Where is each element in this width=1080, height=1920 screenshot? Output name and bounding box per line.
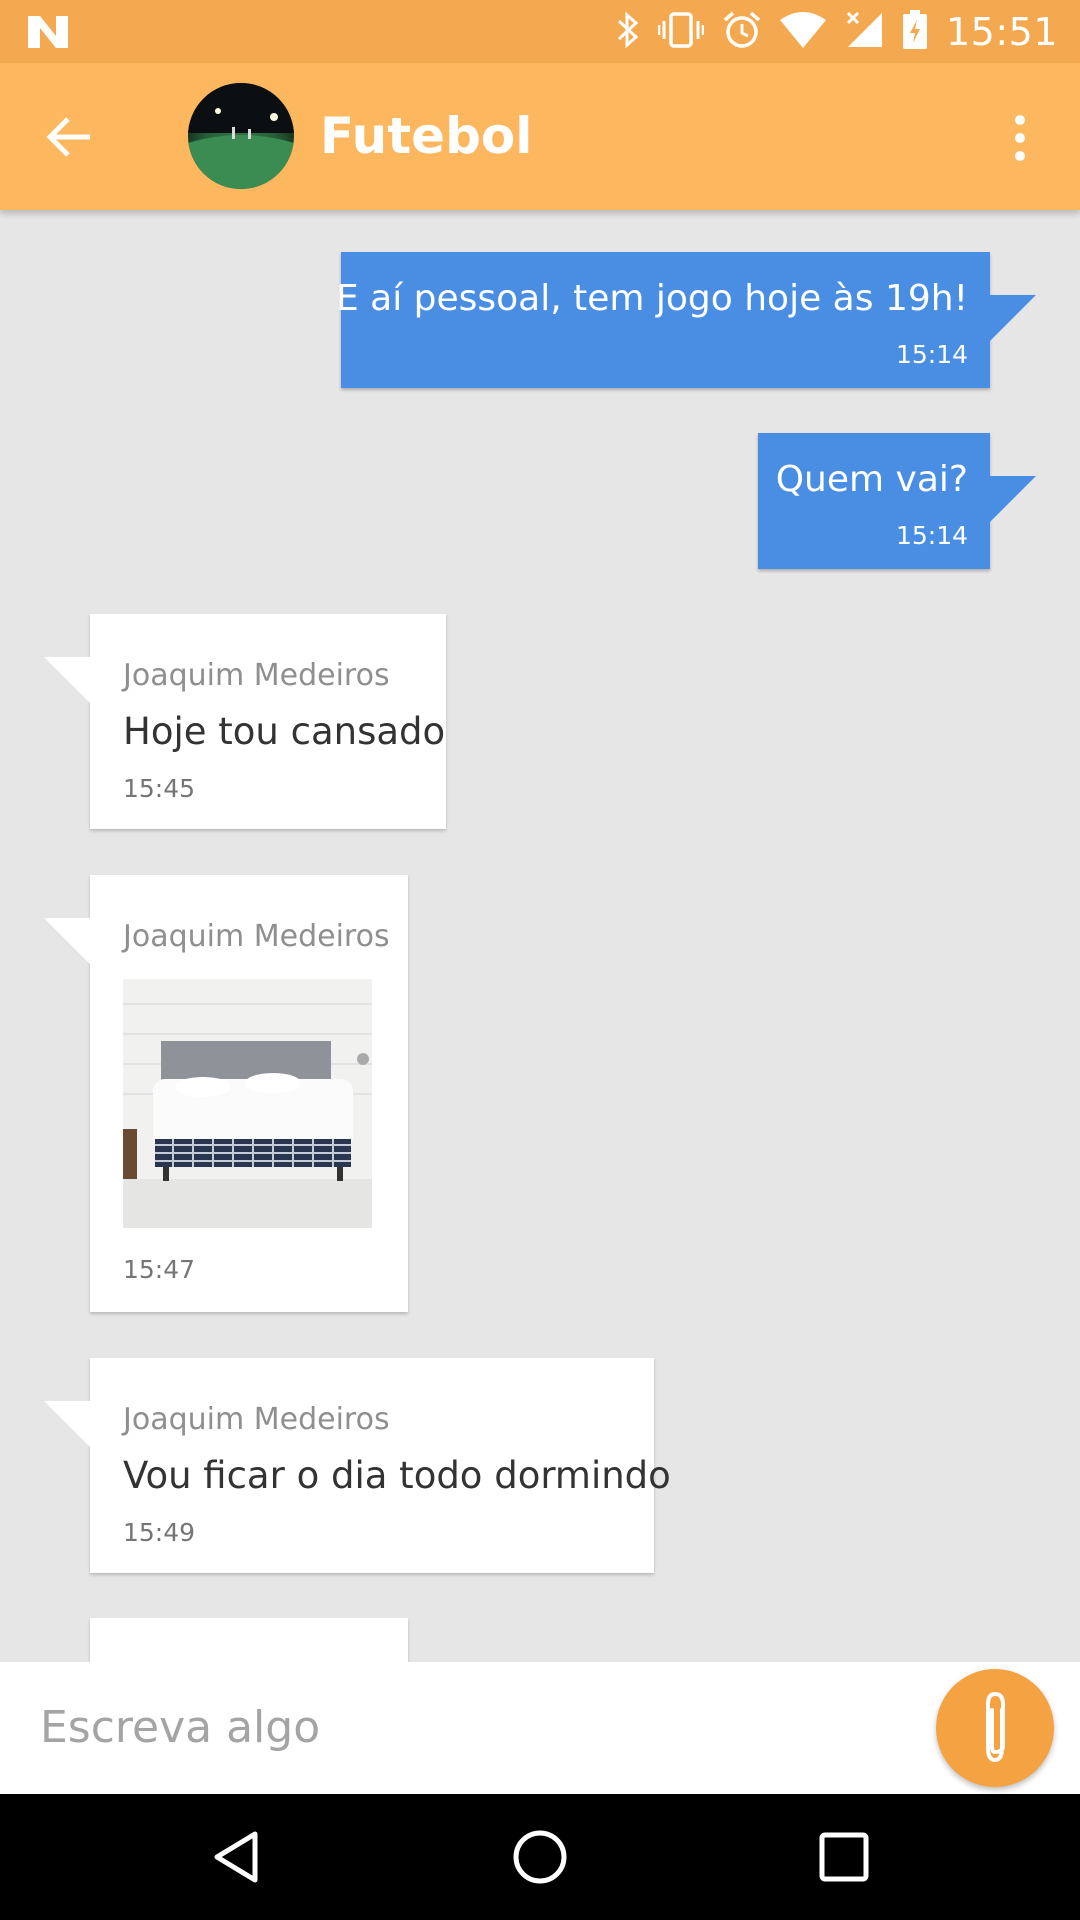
back-button[interactable] (40, 107, 100, 167)
incoming-message[interactable]: Joaquim Medeiros Vou ficar o dia todo do… (44, 1358, 671, 1573)
status-time: 15:51 (945, 9, 1058, 54)
home-circle-icon (513, 1830, 567, 1884)
bubble-tail (44, 918, 90, 964)
nav-home-button[interactable] (507, 1824, 573, 1890)
incoming-message-partial[interactable] (90, 1618, 408, 1662)
more-vert-icon (1015, 115, 1025, 161)
group-avatar[interactable] (188, 83, 294, 189)
composer-bar (0, 1662, 1080, 1794)
message-text: Hoje tou cansado (123, 710, 446, 753)
sender-name: Joaquim Medeiros (123, 658, 390, 693)
message-time: 15:47 (123, 1255, 196, 1284)
outgoing-message[interactable]: Quem vai? 15:14 (758, 433, 1036, 569)
message-input[interactable] (38, 1692, 898, 1762)
bubble-tail (990, 476, 1036, 522)
attach-button[interactable] (936, 1669, 1054, 1787)
nav-back-button[interactable] (203, 1824, 269, 1890)
sender-name: Joaquim Medeiros (123, 1402, 390, 1437)
incoming-image-message[interactable]: Joaquim Medeiros 15:47 (44, 875, 408, 1312)
status-bar: 15:51 (0, 0, 1080, 63)
bubble-tail (44, 1401, 90, 1447)
bubble-tail (44, 657, 90, 703)
sender-name: Joaquim Medeiros (123, 919, 390, 954)
back-triangle-icon (214, 1831, 258, 1883)
alarm-icon (722, 10, 762, 54)
message-time: 15:45 (123, 774, 196, 803)
bluetooth-icon (616, 11, 640, 53)
message-text: Quem vai? (775, 459, 968, 500)
overflow-menu-button[interactable] (1000, 108, 1040, 168)
battery-charging-icon (902, 9, 928, 54)
notification-n-icon (28, 16, 68, 52)
app-bar: Futebol (0, 63, 1080, 210)
chat-title[interactable]: Futebol (320, 107, 532, 165)
message-time: 15:14 (895, 521, 968, 550)
vibrate-icon (657, 11, 705, 53)
nav-recents-button[interactable] (811, 1824, 877, 1890)
arrow-back-icon (46, 117, 90, 157)
message-text: Vou ficar o dia todo dormindo (123, 1454, 671, 1497)
bed-photo[interactable] (123, 979, 372, 1228)
incoming-message[interactable]: Joaquim Medeiros Hoje tou cansado 15:45 (44, 614, 446, 829)
outgoing-message[interactable]: E aí pessoal, tem jogo hoje às 19h! 15:1… (336, 252, 1036, 388)
recents-square-icon (819, 1832, 869, 1882)
message-time: 15:49 (123, 1518, 196, 1547)
message-time: 15:14 (895, 340, 968, 369)
bubble-tail (990, 295, 1036, 341)
paperclip-icon (986, 1691, 1005, 1763)
message-text: E aí pessoal, tem jogo hoje às 19h! (335, 278, 968, 319)
system-nav-bar (0, 1794, 1080, 1920)
wifi-icon (779, 11, 826, 52)
message-list[interactable]: E aí pessoal, tem jogo hoje às 19h! 15:1… (0, 210, 1080, 1662)
signal-icon (844, 11, 884, 53)
